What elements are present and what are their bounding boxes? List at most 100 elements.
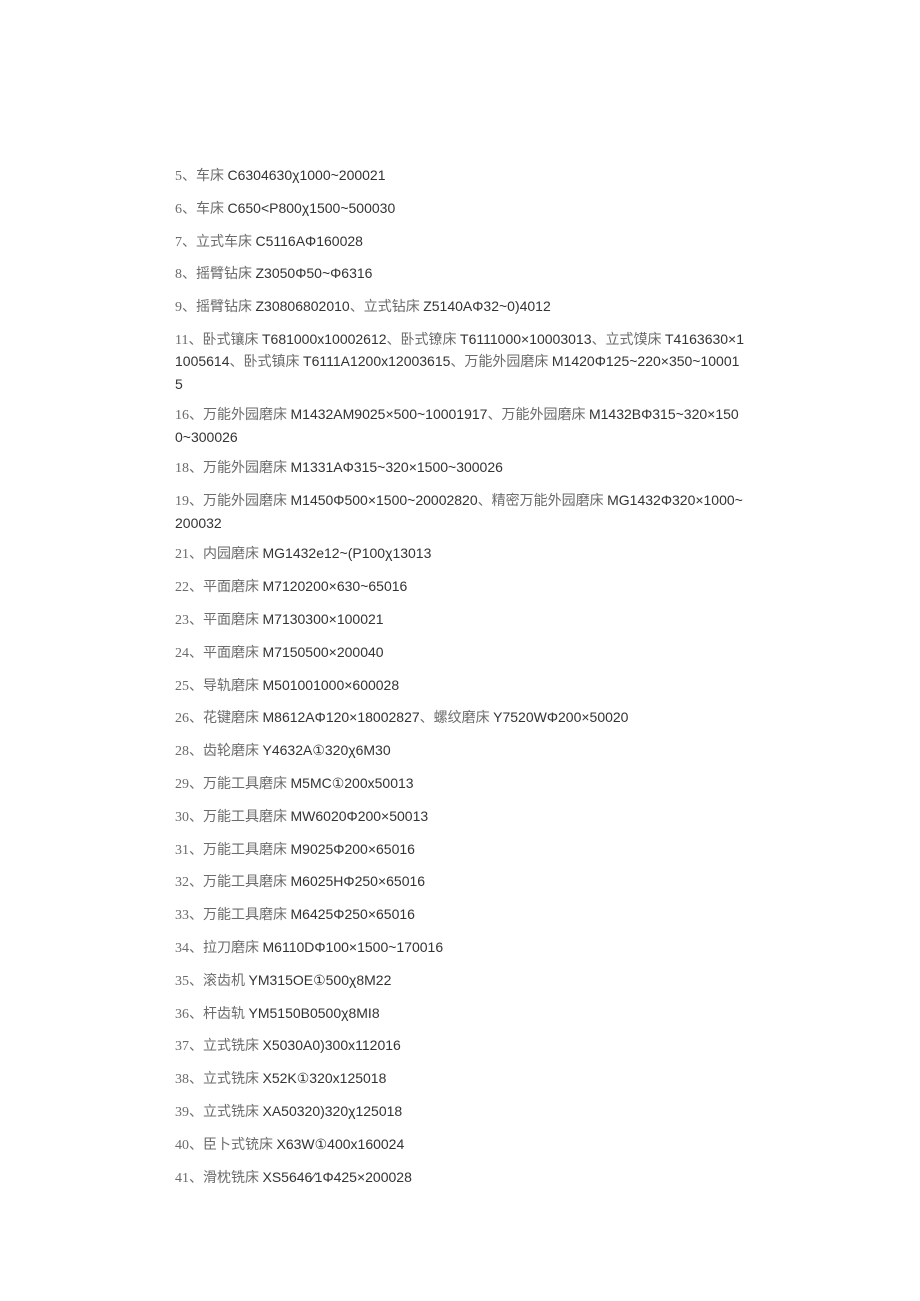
- chinese-text: 30、万能工具磨床: [175, 810, 291, 825]
- latin-text: M7120200×630~65016: [263, 578, 408, 594]
- list-item: 38、立式铣床 X52K①320x125018: [175, 1068, 745, 1090]
- list-item: 25、导轨磨床 M501001000×600028: [175, 675, 745, 697]
- list-item: 29、万能工具磨床 M5MC①200x50013: [175, 773, 745, 795]
- list-item: 16、万能外园磨床 M1432AM9025×500~10001917、万能外园磨…: [175, 404, 745, 447]
- latin-text: XS5646⁄1Φ425×200028: [263, 1169, 412, 1185]
- latin-text: Y7520WΦ200×50020: [493, 709, 628, 725]
- chinese-text: 6、车床: [175, 202, 228, 217]
- list-item: 28、齿轮磨床 Y4632A①320χ6M30: [175, 740, 745, 762]
- list-item: 30、万能工具磨床 MW6020Φ200×50013: [175, 806, 745, 828]
- latin-text: MG1432e12~(P100χ13013: [263, 545, 432, 561]
- chinese-text: 8、摇臂钻床: [175, 267, 256, 282]
- list-item: 37、立式铣床 X5030A0)300x112016: [175, 1035, 745, 1057]
- chinese-text: 19、万能外园磨床: [175, 494, 291, 509]
- chinese-text: 34、拉刀磨床: [175, 941, 263, 956]
- list-item: 22、平面磨床 M7120200×630~65016: [175, 576, 745, 598]
- chinese-text: 39、立式铣床: [175, 1105, 263, 1120]
- document-content: 5、车床 C6304630χ1000~200021 6、车床 C650<P800χ…: [175, 165, 745, 1189]
- list-item: 31、万能工具磨床 M9025Φ200×65016: [175, 839, 745, 861]
- latin-text: T6111A1200x12003615: [303, 353, 450, 369]
- latin-text: M7130300×100021: [263, 611, 384, 627]
- chinese-text: 、万能外园磨床: [487, 408, 589, 423]
- latin-text: T6111000×10003013: [460, 331, 591, 347]
- latin-text: M1450Φ500×1500~20002820: [291, 492, 478, 508]
- chinese-text: 7、立式车床: [175, 235, 256, 250]
- chinese-text: 32、万能工具磨床: [175, 875, 291, 890]
- latin-text: C6304630χ1000~200021: [228, 167, 386, 183]
- list-item: 36、杆齿轨 YM5150B0500χ8MI8: [175, 1003, 745, 1025]
- chinese-text: 、万能外园磨床: [450, 355, 552, 370]
- chinese-text: 33、万能工具磨床: [175, 908, 291, 923]
- list-item: 18、万能外园磨床 M1331AΦ315~320×1500~300026: [175, 457, 745, 479]
- list-item: 33、万能工具磨床 M6425Φ250×65016: [175, 904, 745, 926]
- latin-text: Y4632A①320χ6M30: [263, 742, 391, 758]
- list-item: 24、平面磨床 M7150500×200040: [175, 642, 745, 664]
- list-item: 35、滚齿机 YM315OE①500χ8M22: [175, 970, 745, 992]
- list-item: 8、摇臂钻床 Z3050Φ50~Φ6316: [175, 263, 745, 285]
- latin-text: M7150500×200040: [263, 644, 384, 660]
- chinese-text: 35、滚齿机: [175, 974, 249, 989]
- list-item: 40、臣卜式铳床 X63W①400x160024: [175, 1134, 745, 1156]
- latin-text: XA50320)320χ125018: [263, 1103, 403, 1119]
- chinese-text: 、精密万能外园磨床: [478, 494, 608, 509]
- chinese-text: 26、花键磨床: [175, 711, 263, 726]
- chinese-text: 31、万能工具磨床: [175, 843, 291, 858]
- latin-text: Z30806802010: [256, 298, 350, 314]
- list-item: 21、内园磨床 MG1432e12~(P100χ13013: [175, 543, 745, 565]
- chinese-text: 21、内园磨床: [175, 547, 263, 562]
- latin-text: C5116AΦ160028: [256, 233, 363, 249]
- chinese-text: 、立式馍床: [592, 333, 666, 348]
- chinese-text: 29、万能工具磨床: [175, 777, 291, 792]
- chinese-text: 、卧式镇床: [230, 355, 304, 370]
- latin-text: M501001000×600028: [263, 677, 400, 693]
- chinese-text: 36、杆齿轨: [175, 1007, 249, 1022]
- latin-text: YM5150B0500χ8MI8: [249, 1005, 380, 1021]
- latin-text: M1331AΦ315~320×1500~300026: [291, 459, 503, 475]
- chinese-text: 11、卧式镶床: [175, 333, 262, 348]
- list-item: 26、花键磨床 M8612AΦ120×18002827、螺纹磨床 Y7520WΦ…: [175, 707, 745, 729]
- list-item: 6、车床 C650<P800χ1500~500030: [175, 198, 745, 220]
- latin-text: M1432AM9025×500~10001917: [291, 406, 488, 422]
- chinese-text: 9、摇臂钻床: [175, 300, 256, 315]
- latin-text: Z5140AΦ32~0)4012: [423, 298, 551, 314]
- chinese-text: 16、万能外园磨床: [175, 408, 291, 423]
- list-item: 11、卧式镶床 T681000x10002612、卧式镣床 T6111000×1…: [175, 329, 745, 394]
- chinese-text: 24、平面磨床: [175, 646, 263, 661]
- list-item: 34、拉刀磨床 M6110DΦ100×1500~170016: [175, 937, 745, 959]
- latin-text: C650<P800χ1500~500030: [228, 200, 396, 216]
- chinese-text: 38、立式铣床: [175, 1072, 263, 1087]
- latin-text: M5MC①200x50013: [291, 775, 414, 791]
- latin-text: MW6020Φ200×50013: [291, 808, 429, 824]
- chinese-text: 5、车床: [175, 169, 228, 184]
- chinese-text: 22、平面磨床: [175, 580, 263, 595]
- latin-text: T681000x10002612: [262, 331, 387, 347]
- latin-text: X52K①320x125018: [263, 1070, 387, 1086]
- list-item: 5、车床 C6304630χ1000~200021: [175, 165, 745, 187]
- list-item: 39、立式铣床 XA50320)320χ125018: [175, 1101, 745, 1123]
- list-item: 9、摇臂钻床 Z30806802010、立式钻床 Z5140AΦ32~0)401…: [175, 296, 745, 318]
- latin-text: Z3050Φ50~Φ6316: [256, 265, 373, 281]
- latin-text: M6425Φ250×65016: [291, 906, 415, 922]
- chinese-text: 、立式钻床: [350, 300, 424, 315]
- chinese-text: 18、万能外园磨床: [175, 461, 291, 476]
- latin-text: M9025Φ200×65016: [291, 841, 415, 857]
- latin-text: M6025HΦ250×65016: [291, 873, 426, 889]
- chinese-text: 37、立式铣床: [175, 1039, 263, 1054]
- chinese-text: 、卧式镣床: [387, 333, 461, 348]
- list-item: 19、万能外园磨床 M1450Φ500×1500~20002820、精密万能外园…: [175, 490, 745, 533]
- chinese-text: 28、齿轮磨床: [175, 744, 263, 759]
- latin-text: M8612AΦ120×18002827: [263, 709, 420, 725]
- chinese-text: 40、臣卜式铳床: [175, 1138, 277, 1153]
- latin-text: M6110DΦ100×1500~170016: [263, 939, 444, 955]
- chinese-text: 41、滑枕铣床: [175, 1171, 263, 1186]
- latin-text: X5030A0)300x112016: [263, 1037, 401, 1053]
- chinese-text: 23、平面磨床: [175, 613, 263, 628]
- latin-text: X63W①400x160024: [277, 1136, 405, 1152]
- list-item: 41、滑枕铣床 XS5646⁄1Φ425×200028: [175, 1167, 745, 1189]
- latin-text: YM315OE①500χ8M22: [249, 972, 392, 988]
- list-item: 32、万能工具磨床 M6025HΦ250×65016: [175, 871, 745, 893]
- chinese-text: 、螺纹磨床: [420, 711, 494, 726]
- chinese-text: 25、导轨磨床: [175, 679, 263, 694]
- list-item: 7、立式车床 C5116AΦ160028: [175, 231, 745, 253]
- list-item: 23、平面磨床 M7130300×100021: [175, 609, 745, 631]
